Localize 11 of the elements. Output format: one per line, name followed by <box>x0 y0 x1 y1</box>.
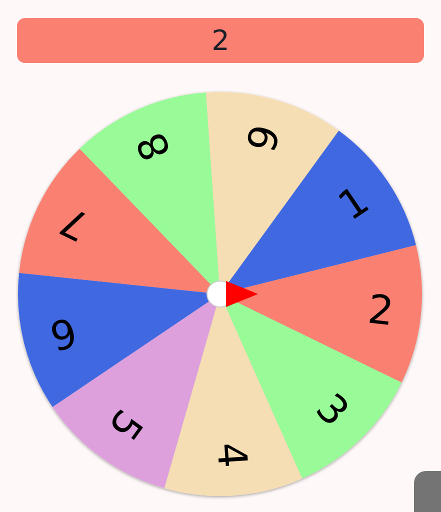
segment-label: 3 <box>306 385 358 436</box>
segment-label: 5 <box>98 400 152 449</box>
segment-label: 8 <box>128 125 180 168</box>
segment-label: 1 <box>330 177 378 230</box>
segment-label: 7 <box>53 196 96 250</box>
segment-label: 6 <box>45 308 82 358</box>
segment-label: 4 <box>207 440 256 470</box>
segment-label: 2 <box>366 286 396 336</box>
result-label: 2 <box>17 18 424 63</box>
segment-label: 9 <box>238 120 290 158</box>
pointer-icon <box>206 280 258 308</box>
